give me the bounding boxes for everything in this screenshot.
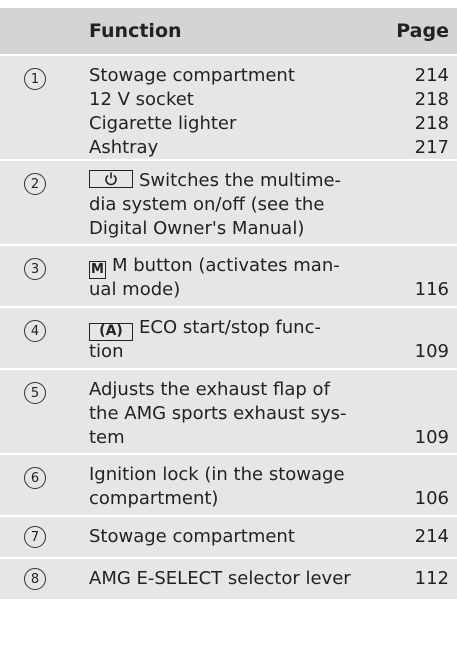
row-text: Switches the multime-	[139, 170, 342, 191]
power-symbol-icon	[105, 172, 117, 186]
page-number: 214	[414, 526, 449, 547]
row-text: Adjusts the exhaust flap of	[89, 379, 330, 400]
item-number: 6	[24, 467, 46, 489]
eco-key-letter: A	[105, 323, 117, 339]
page-number: 218	[414, 113, 449, 134]
page-number: 109	[414, 341, 449, 362]
table-row: 5 Adjusts the exhaust flap of the AMG sp…	[0, 370, 457, 453]
table-row: 7 Stowage compartment 214	[0, 517, 457, 557]
item-number: 7	[24, 526, 46, 548]
row-text: Stowage compartment	[89, 526, 295, 547]
row-text-line: (A) ECO start/stop func-	[89, 316, 321, 341]
row-text-line: Switches the multime-	[89, 169, 341, 193]
row-text: tem	[89, 427, 125, 448]
row-text: tion	[89, 341, 124, 362]
page-number: 214	[414, 65, 449, 86]
row-text: Ignition lock (in the stowage	[89, 464, 345, 485]
row-text: compartment)	[89, 488, 219, 509]
eco-button-icon: (A)	[89, 323, 133, 341]
row-text: Ashtray	[89, 137, 159, 158]
m-key-icon: M	[89, 261, 106, 279]
page-number: 109	[414, 427, 449, 448]
page-number: 218	[414, 89, 449, 110]
item-number: 1	[24, 68, 46, 90]
item-number: 4	[24, 320, 46, 342]
row-text: AMG E-SELECT selector lever	[89, 568, 351, 589]
page-number: 106	[414, 488, 449, 509]
row-text: 12 V socket	[89, 89, 194, 110]
row-text: the AMG sports exhaust sys-	[89, 403, 347, 424]
item-number: 3	[24, 258, 46, 280]
table-row: 8 AMG E-SELECT selector lever 112	[0, 559, 457, 599]
row-text: dia system on/off (see the	[89, 194, 325, 215]
power-button-icon	[89, 170, 133, 188]
row-text: Cigarette lighter	[89, 113, 237, 134]
page-number: 116	[414, 279, 449, 300]
page-number: 217	[414, 137, 449, 158]
table-row: 1 Stowage compartment 214 12 V socket 21…	[0, 56, 457, 159]
row-text: M button (activates man-	[112, 255, 340, 276]
header-page: Page	[396, 20, 449, 42]
item-number: 2	[24, 173, 46, 195]
row-text: Stowage compartment	[89, 65, 295, 86]
header-function: Function	[89, 20, 182, 42]
table-row: 4 (A) ECO start/stop func- tion 109	[0, 308, 457, 368]
item-number: 5	[24, 382, 46, 404]
row-text-line: M M button (activates man-	[89, 254, 340, 279]
table-row: 2 Switches the multime- dia system on/of…	[0, 161, 457, 244]
row-text: Digital Owner's Manual)	[89, 218, 305, 239]
item-number: 8	[24, 568, 46, 590]
row-text: ECO start/stop func-	[139, 317, 321, 338]
page-number: 112	[414, 568, 449, 589]
table-row: 6 Ignition lock (in the stowage compartm…	[0, 455, 457, 515]
table-header: Function Page	[0, 8, 457, 54]
row-text: ual mode)	[89, 279, 181, 300]
table-row: 3 M M button (activates man- ual mode) 11…	[0, 246, 457, 306]
